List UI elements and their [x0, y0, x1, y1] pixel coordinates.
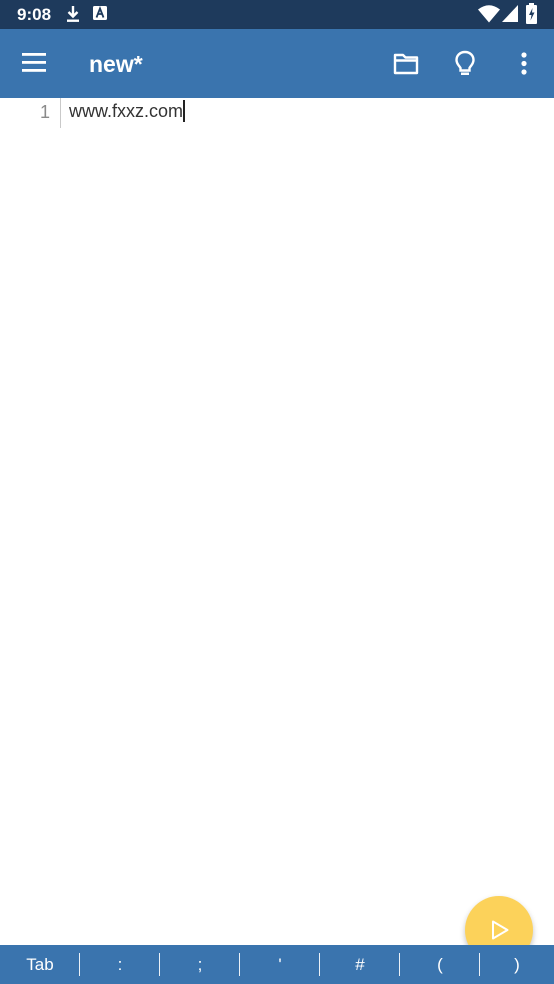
app-title: new* [89, 51, 143, 77]
app-bar: new* [0, 29, 554, 98]
code-editor[interactable]: 1 www.fxxz.com [0, 98, 554, 945]
symbol-key-label: ' [278, 955, 282, 974]
hamburger-menu-icon [22, 53, 46, 72]
line-number: 1 [39, 102, 50, 122]
signal-icon [502, 5, 518, 26]
symbol-key-quote[interactable]: ' [240, 945, 320, 984]
code-line[interactable]: www.fxxz.com [69, 100, 185, 122]
symbol-key-open-paren[interactable]: ( [400, 945, 480, 984]
battery-charging-icon [526, 3, 537, 28]
more-vert-icon [521, 52, 527, 75]
gutter-divider [60, 98, 61, 128]
symbol-key-tab[interactable]: Tab [0, 945, 80, 984]
lightbulb-icon [455, 50, 475, 75]
status-time: 9:08 [17, 5, 52, 24]
open-folder-button[interactable] [386, 43, 426, 83]
screen: 9:08 new* 1 www.fxxz.com Tab: ; ' # () [0, 0, 554, 984]
status-bar: 9:08 [0, 0, 554, 29]
more-options-button[interactable] [504, 43, 544, 83]
symbol-bar: Tab : ; ' # ( ) [0, 945, 554, 984]
hint-button[interactable] [445, 43, 485, 83]
folder-icon [393, 53, 419, 75]
menu-button[interactable] [14, 43, 54, 83]
symbol-key-label: ) [514, 955, 520, 974]
symbol-key-label: ; [197, 955, 203, 974]
symbol-key-semicolon[interactable]: ; [160, 945, 240, 984]
symbol-key-label: ( [437, 955, 443, 974]
symbol-key-close-paren[interactable]: ) [480, 945, 554, 984]
symbol-key-colon[interactable]: : [80, 945, 160, 984]
text-cursor [183, 100, 185, 122]
play-icon [492, 920, 509, 940]
download-icon [65, 5, 81, 27]
symbol-key-label: # [355, 955, 365, 974]
a-notification-icon [93, 5, 107, 24]
symbol-key-label: : [117, 955, 123, 974]
code-line-text: www.fxxz.com [69, 101, 184, 121]
wifi-icon [478, 5, 500, 27]
symbol-key-hash[interactable]: # [320, 945, 400, 984]
symbol-key-label: Tab [26, 955, 54, 974]
